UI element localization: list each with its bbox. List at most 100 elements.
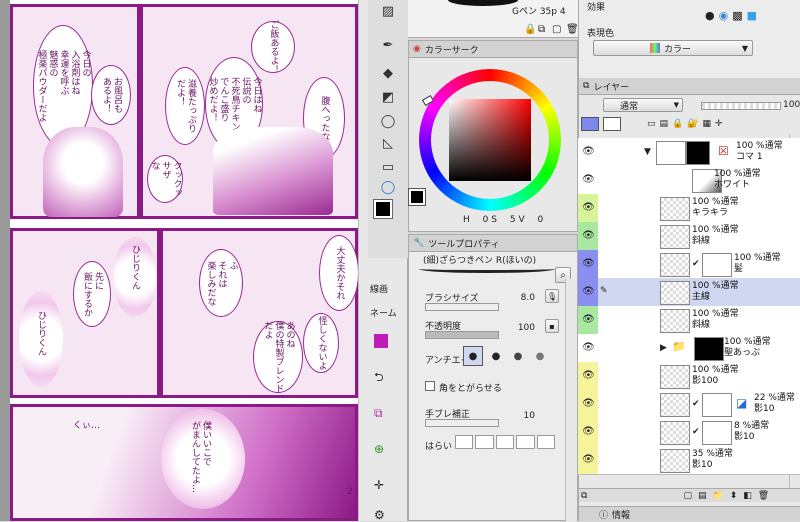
antialias-none-icon[interactable]: ● <box>463 346 483 366</box>
expression-color-dropdown[interactable]: カラー ▼ <box>593 40 753 56</box>
eye-icon[interactable]: 👁 <box>582 146 596 158</box>
effect-circle-icon[interactable]: ◉ <box>719 9 729 22</box>
antialias-selector[interactable]: ● ● ● ● <box>463 345 561 367</box>
layer-item[interactable]: 👁 ▶ 📁 100 %通常 聖あっぷ <box>578 334 800 363</box>
layer-item[interactable]: 👁 ▼ ☒ 100 %通常 コマ 1 <box>578 138 800 167</box>
lock-icon[interactable]: 🔒 <box>524 24 536 35</box>
layer-color-swatch[interactable] <box>581 117 599 131</box>
folder-icon[interactable]: 📁 <box>712 491 723 501</box>
main-color-swatch[interactable] <box>408 188 426 206</box>
layer-item[interactable]: 👁 100 %通常 斜線 <box>578 306 800 335</box>
mask-add-icon[interactable]: ◧ <box>743 491 752 501</box>
add-icon[interactable]: ⊕ <box>374 442 384 456</box>
antialias-strong-icon[interactable]: ● <box>531 347 549 365</box>
layer-prop-icon[interactable]: ⧉ <box>374 406 383 421</box>
subtool-tab-lineart[interactable]: 線画 <box>370 282 388 295</box>
canvas-scrollbar[interactable] <box>358 0 368 521</box>
opacity-slider[interactable] <box>425 331 499 339</box>
layer-item[interactable]: 👁 ✔ 8 %通常 影10 <box>578 418 800 447</box>
mask-icon[interactable]: ▦ <box>702 119 711 129</box>
new-layer-icon[interactable]: ▢ <box>683 491 692 501</box>
brush-size-slider[interactable] <box>425 303 499 311</box>
mask-link-icon[interactable]: ✔ <box>692 399 700 409</box>
eye-icon[interactable]: 👁 <box>582 230 596 242</box>
eye-icon[interactable]: 👁 <box>582 202 596 214</box>
saturation-value-square[interactable] <box>449 99 531 181</box>
layer-item[interactable]: 👁 100 %通常 ホワイト <box>578 166 800 195</box>
eraser-icon[interactable]: ▨ <box>377 0 399 22</box>
mask-link-icon[interactable]: ✔ <box>692 427 700 437</box>
ellipse-icon[interactable]: ◯ <box>377 110 399 132</box>
effect-color-icon[interactable]: ■ <box>747 9 757 22</box>
balloon-icon[interactable]: ◯ <box>377 176 399 198</box>
mask-off-icon[interactable]: ☒ <box>718 144 729 158</box>
copy-icon[interactable]: ⧉ <box>538 24 545 35</box>
layer-item-selected[interactable]: 👁 ✎ 100 %通常 主線 <box>578 278 800 307</box>
layer-opacity-slider[interactable] <box>701 102 781 110</box>
frame-icon[interactable]: ▭ <box>377 156 399 178</box>
taper-box[interactable] <box>475 435 494 449</box>
tool-property-tab[interactable]: 🔧 ツールプロパティ <box>409 235 577 252</box>
settings-icon[interactable]: ⚙ <box>374 508 385 522</box>
gradient-icon[interactable]: ◩ <box>377 86 399 108</box>
ruler-icon[interactable]: ◺ <box>377 132 399 154</box>
sharp-corner-checkbox[interactable] <box>425 381 435 391</box>
trash-icon[interactable]: 🗑 <box>566 24 579 35</box>
merge-icon[interactable]: ⬍ <box>730 491 738 501</box>
eye-icon[interactable]: 👁 <box>582 370 596 382</box>
property-scrollbar[interactable] <box>565 279 577 522</box>
canvas-area[interactable]: 今日の 入浴剤はね 幸運を呼ぶ 魅惑の 極楽パウダーだよ お風呂も あるよ！ ご… <box>0 0 358 521</box>
eye-icon[interactable]: 👁 <box>582 258 596 270</box>
layer-item[interactable]: 👁 100 %通常 斜線 <box>578 222 800 251</box>
layer-item[interactable]: 👁 100 %通常 キラキラ <box>578 194 800 223</box>
effect-dot-icon[interactable]: ● <box>705 9 715 22</box>
tone-icon[interactable]: ◪ <box>736 396 747 410</box>
effect-tone-icon[interactable]: ▩ <box>732 9 742 22</box>
lock-alpha-icon[interactable]: 🔒 <box>672 119 683 129</box>
new-vector-icon[interactable]: ▤ <box>698 491 707 501</box>
layer-item[interactable]: 👁 35 %通常 影10 <box>578 446 800 475</box>
move-icon[interactable]: ✛ <box>374 478 384 492</box>
new-icon[interactable]: ▢ <box>552 24 561 35</box>
eye-icon[interactable]: 👁 <box>582 174 596 186</box>
eye-icon[interactable]: 👁 <box>582 286 596 298</box>
taper-box[interactable] <box>495 435 515 449</box>
color-circle-tab[interactable]: ◉ カラーサーク <box>409 41 577 58</box>
eye-icon[interactable]: 👁 <box>582 342 596 354</box>
opacity-value[interactable]: 100 <box>509 323 535 333</box>
subtool-tab-name[interactable]: ネーム <box>370 306 397 319</box>
clip-icon[interactable]: ▭ <box>647 119 656 129</box>
main-color-swatch[interactable] <box>373 199 393 219</box>
mask-link-icon[interactable]: ✔ <box>692 259 700 269</box>
ref-layer-icon[interactable]: ▤ <box>660 119 669 129</box>
folder-expand-icon[interactable]: ▼ <box>644 147 651 157</box>
brush-size-value[interactable]: 8.0 <box>509 293 535 303</box>
blend-mode-dropdown[interactable]: 通常 ▼ <box>603 98 683 112</box>
subtool-color-swatch[interactable] <box>374 334 388 348</box>
taper-box[interactable] <box>516 435 535 449</box>
undo-icon[interactable]: ⮌ <box>374 368 384 389</box>
taper-box[interactable] <box>455 435 474 449</box>
folder-expand-icon[interactable]: ▶ <box>660 343 667 353</box>
pen-icon[interactable]: ✒ <box>377 34 399 56</box>
stabilization-value[interactable]: 10 <box>509 411 535 421</box>
layers-icon[interactable]: ⧉ <box>581 491 587 501</box>
ruler-icon[interactable]: ✛ <box>715 119 723 129</box>
delete-icon[interactable]: 🗑 <box>758 491 769 501</box>
pressure-icon[interactable]: 🎙 <box>545 289 559 303</box>
layer-item[interactable]: 👁 ✔ 100 %通常 髪 <box>578 250 800 279</box>
lock-icon[interactable]: 🔐 <box>687 119 698 129</box>
eye-icon[interactable]: 👁 <box>582 454 596 466</box>
opacity-menu-icon[interactable]: ▪ <box>545 319 559 333</box>
eye-icon[interactable]: 👁 <box>582 398 596 410</box>
antialias-weak-icon[interactable]: ● <box>487 347 505 365</box>
layer-item[interactable]: 👁 ✔ ◪ 22 %通常 影10 <box>578 390 800 419</box>
eye-icon[interactable]: 👁 <box>582 314 596 326</box>
info-tab[interactable]: ⓘ 情報 <box>579 506 800 521</box>
layer-tab[interactable]: ⧉ レイヤー <box>579 78 800 95</box>
antialias-medium-icon[interactable]: ● <box>509 347 527 365</box>
layer-color-swatch-2[interactable] <box>603 117 621 131</box>
taper-box[interactable] <box>536 435 556 449</box>
eye-icon[interactable]: 👁 <box>582 426 596 438</box>
manga-page[interactable]: 今日の 入浴剤はね 幸運を呼ぶ 魅惑の 極楽パウダーだよ お風呂も あるよ！ ご… <box>10 0 358 521</box>
